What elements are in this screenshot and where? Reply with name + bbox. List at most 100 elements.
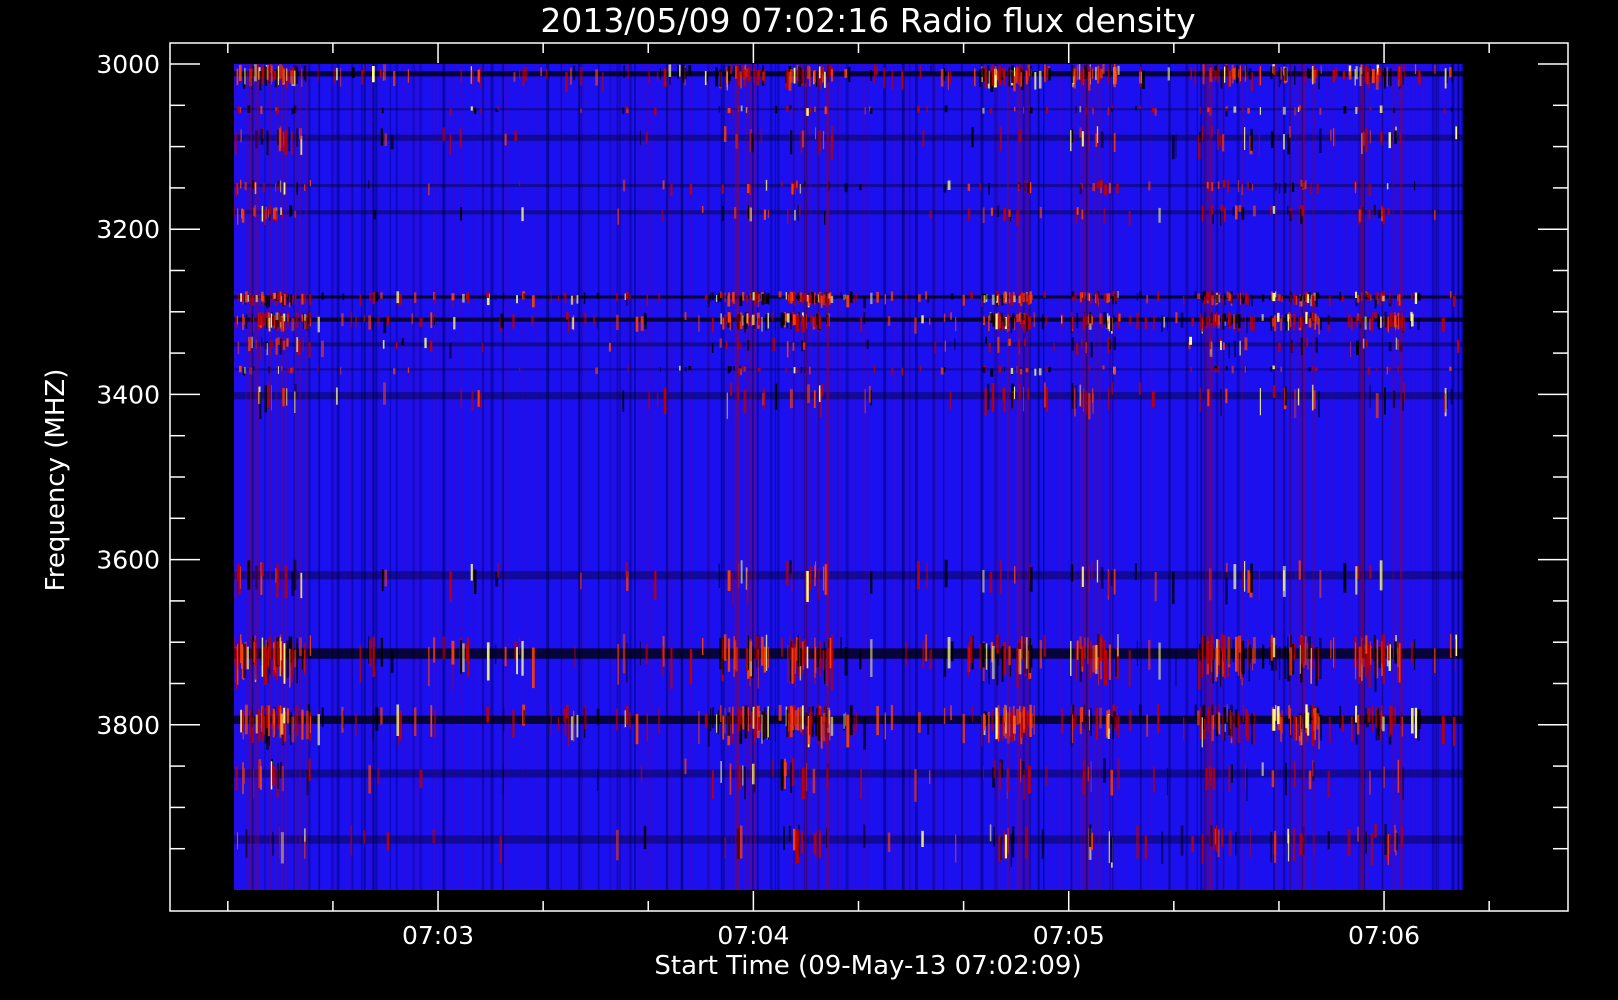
heatmap-band-cell <box>925 634 928 662</box>
heatmap-streak <box>442 64 446 890</box>
heatmap-band-cell <box>783 762 787 777</box>
heatmap-band-cell <box>1456 339 1460 353</box>
heatmap-band-cell <box>968 641 971 672</box>
heatmap-band-cell <box>845 294 847 300</box>
heatmap-band-cell <box>981 67 984 78</box>
heatmap-band-cell <box>1454 639 1456 671</box>
heatmap-band-cell <box>1258 132 1260 158</box>
heatmap-streak <box>1298 64 1302 890</box>
heatmap-band-cell <box>1394 707 1396 726</box>
heatmap-band-cell <box>679 365 681 371</box>
heatmap-band-cell <box>460 206 463 221</box>
heatmap-band-cell <box>531 315 535 326</box>
heatmap-band-cell <box>1376 367 1378 372</box>
heatmap-band-cell <box>767 706 769 738</box>
heatmap-band-cell <box>991 645 995 680</box>
heatmap-band-cell <box>252 179 254 189</box>
heatmap-band-cell <box>787 644 789 684</box>
heatmap-band-cell <box>670 183 673 197</box>
heatmap-band-cell <box>1272 66 1276 76</box>
heatmap-streak <box>488 64 491 890</box>
heatmap-band-cell <box>1175 312 1178 324</box>
heatmap-band-cell <box>763 388 766 409</box>
heatmap-burst-column <box>1361 64 1364 890</box>
heatmap-band-cell <box>1045 66 1048 81</box>
heatmap-band-cell <box>1071 64 1074 83</box>
heatmap-band-cell <box>570 295 574 305</box>
heatmap-band-cell <box>646 712 648 742</box>
heatmap-band-cell <box>807 65 810 80</box>
heatmap-band-cell <box>616 292 618 302</box>
heatmap-burst-column <box>816 64 820 890</box>
heatmap-band-cell <box>1106 293 1109 303</box>
heatmap-burst-column <box>1026 64 1030 890</box>
heatmap-band-cell <box>1355 566 1358 595</box>
heatmap-band-cell <box>707 295 710 308</box>
heatmap-band-cell <box>350 825 353 856</box>
heatmap-band-cell <box>792 828 796 851</box>
heatmap-band-cell <box>368 315 371 330</box>
heatmap-band-cell <box>301 709 304 724</box>
heatmap-burst-column <box>1289 64 1292 890</box>
heatmap-band-cell <box>996 649 999 686</box>
heatmap-band-cell <box>967 183 971 191</box>
heatmap-band-cell <box>1113 132 1116 153</box>
heatmap-band-cell <box>1278 342 1281 353</box>
heatmap-band-cell <box>733 291 735 304</box>
heatmap-band-cell <box>792 314 796 326</box>
heatmap-band-cell <box>721 184 724 194</box>
heatmap-streak <box>1062 64 1065 890</box>
heatmap-burst-column <box>1007 64 1010 890</box>
heatmap-band-cell <box>1108 182 1111 194</box>
heatmap-burst-column <box>1381 64 1383 890</box>
heatmap-band-cell <box>375 292 379 302</box>
heatmap-band-cell <box>757 318 761 326</box>
heatmap-band-cell <box>793 291 796 300</box>
heatmap-band-cell <box>235 132 238 155</box>
heatmap-band-cell <box>1201 637 1204 678</box>
heatmap-band-cell <box>383 64 386 81</box>
heatmap-band-cell <box>993 759 996 779</box>
heatmap-band-cell <box>822 650 825 671</box>
heatmap-band-cell <box>1308 770 1312 790</box>
heatmap-band-cell <box>1269 295 1271 301</box>
heatmap-band-cell <box>377 316 380 326</box>
heatmap-band-cell <box>1341 715 1344 733</box>
heatmap-streak <box>665 64 669 890</box>
heatmap-band-cell <box>1394 641 1397 664</box>
heatmap-band-cell <box>1100 131 1104 148</box>
heatmap-band-cell <box>1434 64 1436 75</box>
heatmap-band-cell <box>855 711 857 733</box>
heatmap-band-cell <box>277 65 279 86</box>
heatmap-band-cell <box>763 646 767 673</box>
heatmap-band-cell <box>663 387 667 415</box>
heatmap-burst-column <box>1312 64 1314 890</box>
heatmap-band-cell <box>494 644 497 664</box>
heatmap-band-cell <box>1194 291 1197 297</box>
heatmap-band-cell <box>785 560 789 586</box>
heatmap-band-cell <box>1199 387 1201 412</box>
heatmap-band-cell <box>1175 134 1177 158</box>
heatmap-band-cell <box>524 66 528 81</box>
heatmap-band-cell <box>1350 318 1353 331</box>
heatmap-band-cell <box>1452 716 1456 747</box>
heatmap-streak <box>1273 64 1275 890</box>
heatmap-band-cell <box>1253 315 1255 332</box>
heatmap-band-cell <box>846 295 850 308</box>
heatmap-burst-column <box>1023 64 1027 890</box>
heatmap-band-cell <box>720 705 722 723</box>
heatmap-band-cell <box>574 646 576 669</box>
heatmap-band-cell <box>573 65 576 81</box>
heatmap-band-cell <box>859 648 862 670</box>
heatmap-band-cell <box>287 70 289 84</box>
heatmap-band-cell <box>1365 831 1367 854</box>
heatmap-streak <box>459 64 462 890</box>
heatmap-band-cell <box>1378 647 1381 669</box>
heatmap-band-cell <box>449 570 452 598</box>
heatmap-band-cell <box>1276 706 1280 725</box>
heatmap-band-cell <box>944 340 946 352</box>
heatmap-band-cell <box>277 366 279 374</box>
heatmap-band-cell <box>1154 571 1157 602</box>
heatmap-band-cell <box>617 644 620 685</box>
heatmap-streak <box>961 64 963 890</box>
